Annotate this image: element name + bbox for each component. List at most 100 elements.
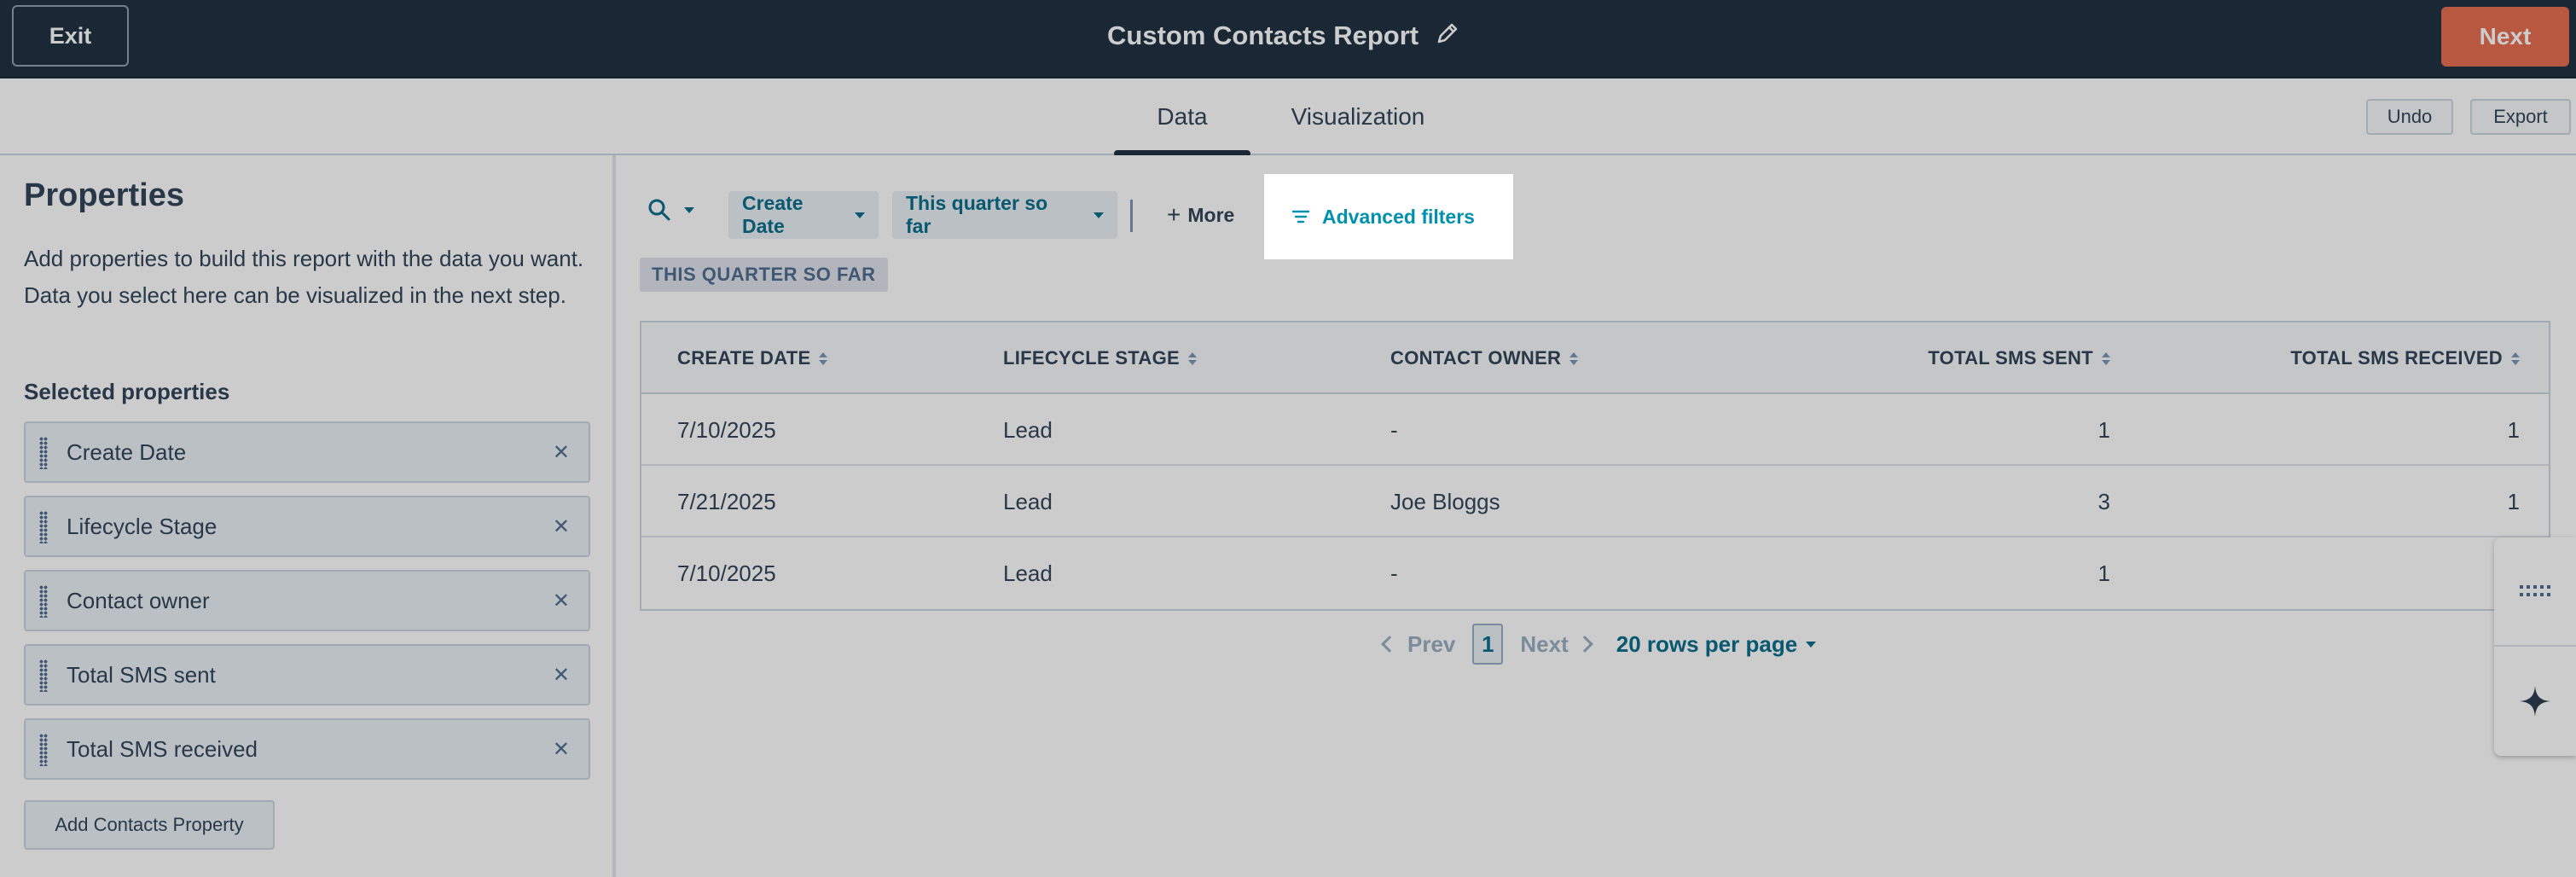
top-bar: Exit Custom Contacts Report Next bbox=[0, 0, 2576, 78]
cell-create-date: 7/10/2025 bbox=[677, 416, 776, 443]
properties-description: Add properties to build this report with… bbox=[24, 246, 584, 308]
property-item[interactable]: Lifecycle Stage ✕ bbox=[24, 496, 590, 557]
cell-contact-owner: Joe Bloggs bbox=[1390, 488, 1500, 514]
filter-divider bbox=[1130, 200, 1133, 232]
sort-icon[interactable] bbox=[1188, 351, 1197, 365]
pagination: Prev 1 Next 20 rows per page bbox=[1381, 623, 1817, 665]
chevron-down-icon bbox=[1094, 212, 1104, 218]
keyboard-shortcuts-button[interactable] bbox=[2494, 537, 2576, 647]
search-dropdown[interactable] bbox=[647, 193, 706, 227]
cell-create-date: 7/10/2025 bbox=[677, 560, 776, 586]
chevron-left-icon bbox=[1381, 636, 1398, 653]
chevron-down-icon bbox=[684, 206, 694, 213]
property-item[interactable]: Total SMS received ✕ bbox=[24, 718, 590, 780]
next-button[interactable]: Next bbox=[2441, 7, 2569, 67]
date-range-filter-label: This quarter so far bbox=[906, 192, 1048, 237]
cell-contact-owner: - bbox=[1390, 560, 1398, 586]
date-range-filter[interactable]: This quarter so far bbox=[892, 191, 1117, 239]
tab-data[interactable]: Data bbox=[1114, 78, 1250, 157]
search-icon bbox=[648, 199, 670, 221]
remove-icon[interactable]: ✕ bbox=[553, 440, 570, 465]
drag-handle-icon[interactable] bbox=[39, 734, 48, 766]
next-page-button[interactable]: Next bbox=[1520, 630, 1593, 658]
chevron-down-icon bbox=[1806, 641, 1817, 648]
page-number-current[interactable]: 1 bbox=[1472, 624, 1504, 665]
remove-icon[interactable]: ✕ bbox=[553, 514, 570, 539]
column-header-create-date[interactable]: CREATE DATE bbox=[677, 322, 828, 394]
cell-lifecycle-stage: Lead bbox=[1003, 416, 1053, 443]
remove-icon[interactable]: ✕ bbox=[553, 589, 570, 613]
advanced-filters-button[interactable]: Advanced filters bbox=[1264, 174, 1513, 259]
drag-handle-icon[interactable] bbox=[39, 511, 48, 543]
properties-title: Properties bbox=[24, 177, 184, 213]
add-contacts-property-button[interactable]: Add Contacts Property bbox=[24, 800, 275, 850]
drag-handle-icon[interactable] bbox=[39, 437, 48, 469]
property-item[interactable]: Create Date ✕ bbox=[24, 421, 590, 483]
cell-total-sms-sent: 1 bbox=[2097, 560, 2110, 586]
cell-lifecycle-stage: Lead bbox=[1003, 488, 1053, 514]
side-widget-panel bbox=[2494, 537, 2576, 756]
property-item[interactable]: Contact owner ✕ bbox=[24, 570, 590, 631]
report-table: CREATE DATE LIFECYCLE STAGE CONTACT OWNE… bbox=[640, 321, 2550, 611]
sort-icon[interactable] bbox=[1569, 351, 1579, 365]
cell-total-sms-received: 1 bbox=[2507, 488, 2520, 514]
undo-button[interactable]: Undo bbox=[2366, 99, 2453, 135]
prev-page-button[interactable]: Prev bbox=[1381, 630, 1456, 658]
remove-icon[interactable]: ✕ bbox=[553, 737, 570, 762]
chevron-right-icon bbox=[1575, 636, 1593, 653]
selected-properties-title: Selected properties bbox=[24, 379, 230, 404]
more-filters-button[interactable]: + More bbox=[1167, 196, 1234, 234]
table-row: 7/10/2025 Lead - 1 bbox=[641, 537, 2549, 609]
rows-per-page-dropdown[interactable]: 20 rows per page bbox=[1616, 630, 1817, 658]
table-row: 7/21/2025 Lead Joe Bloggs 3 1 bbox=[641, 466, 2549, 537]
sort-icon[interactable] bbox=[2102, 351, 2110, 365]
tab-visualization[interactable]: Visualization bbox=[1285, 78, 1431, 155]
more-filters-label: More bbox=[1187, 203, 1235, 226]
report-title: Custom Contacts Report bbox=[1107, 20, 1419, 50]
sparkle-icon bbox=[2520, 686, 2550, 717]
sort-icon[interactable] bbox=[2511, 351, 2520, 365]
cell-total-sms-received bbox=[2177, 537, 2520, 609]
advanced-filters-label: Advanced filters bbox=[1322, 205, 1475, 228]
cell-contact-owner: - bbox=[1390, 416, 1398, 443]
report-data-area: Create Date This quarter so far + More T… bbox=[616, 155, 2576, 877]
cell-create-date: 7/21/2025 bbox=[677, 488, 776, 514]
column-header-label: LIFECYCLE STAGE bbox=[1003, 347, 1180, 369]
cell-lifecycle-stage: Lead bbox=[1003, 560, 1053, 586]
column-header-total-sms-received[interactable]: TOTAL SMS RECEIVED bbox=[2177, 322, 2520, 394]
remove-icon[interactable]: ✕ bbox=[553, 663, 570, 688]
rows-per-page-label: 20 rows per page bbox=[1616, 630, 1798, 657]
column-header-label: CONTACT OWNER bbox=[1390, 347, 1562, 369]
column-header-label: TOTAL SMS SENT bbox=[1928, 347, 2093, 369]
property-label: Total SMS received bbox=[67, 735, 258, 762]
column-header-label: TOTAL SMS RECEIVED bbox=[2290, 347, 2503, 369]
cell-total-sms-sent: 3 bbox=[2097, 488, 2110, 514]
column-header-lifecycle-stage[interactable]: LIFECYCLE STAGE bbox=[1003, 322, 1197, 394]
ai-assistant-button[interactable] bbox=[2494, 647, 2576, 756]
exit-button[interactable]: Exit bbox=[12, 5, 129, 67]
column-header-total-sms-sent[interactable]: TOTAL SMS SENT bbox=[1750, 322, 2110, 394]
prev-page-label: Prev bbox=[1407, 630, 1456, 657]
property-item[interactable]: Total SMS sent ✕ bbox=[24, 644, 590, 706]
active-filter-tag: THIS QUARTER SO FAR bbox=[640, 258, 888, 292]
plus-icon: + bbox=[1167, 201, 1181, 228]
property-label: Lifecycle Stage bbox=[67, 513, 218, 539]
table-header: CREATE DATE LIFECYCLE STAGE CONTACT OWNE… bbox=[641, 322, 2549, 394]
next-page-label: Next bbox=[1520, 630, 1569, 657]
property-label: Contact owner bbox=[67, 587, 210, 613]
tab-bar: Data Visualization Undo Export bbox=[0, 78, 2576, 157]
drag-handle-icon[interactable] bbox=[39, 659, 48, 692]
export-button[interactable]: Export bbox=[2470, 99, 2571, 135]
column-header-contact-owner[interactable]: CONTACT OWNER bbox=[1390, 322, 1579, 394]
create-date-filter[interactable]: Create Date bbox=[728, 191, 879, 239]
column-header-label: CREATE DATE bbox=[677, 347, 811, 369]
cell-total-sms-sent: 1 bbox=[2097, 416, 2110, 443]
create-date-filter-label: Create Date bbox=[742, 192, 804, 237]
drag-handle-icon[interactable] bbox=[39, 585, 48, 618]
table-row: 7/10/2025 Lead - 1 1 bbox=[641, 394, 2549, 466]
property-label: Create Date bbox=[67, 438, 187, 465]
sort-icon[interactable] bbox=[819, 351, 828, 365]
pencil-icon[interactable] bbox=[1435, 20, 1460, 46]
keypad-icon bbox=[2520, 585, 2550, 596]
filter-icon bbox=[1291, 210, 1310, 224]
